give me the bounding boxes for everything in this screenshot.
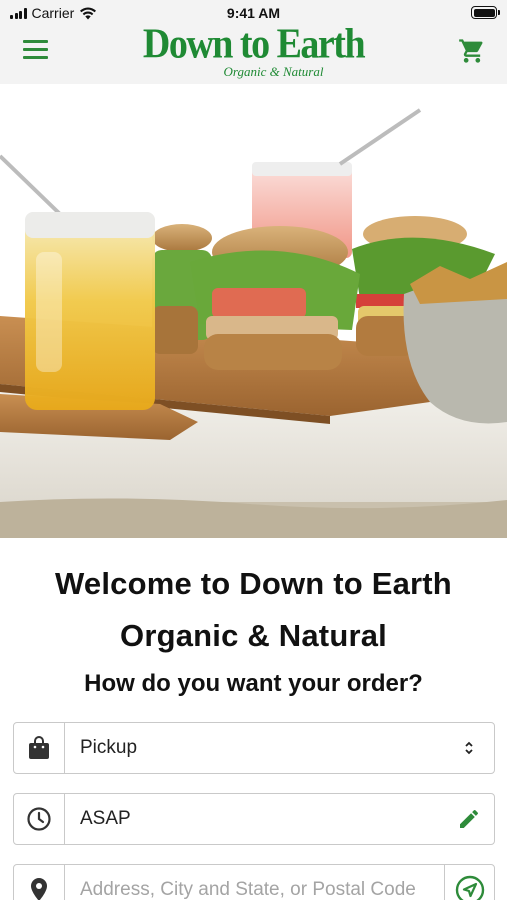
battery-icon — [471, 6, 500, 19]
location-pin-icon — [14, 865, 65, 900]
shopping-cart-icon[interactable] — [458, 37, 486, 65]
address-input[interactable] — [80, 879, 444, 900]
welcome-line-2: Organic & Natural — [120, 618, 387, 653]
brand-logo[interactable]: Down to Earth Organic & Natural — [0, 20, 507, 80]
app-header: Down to Earth Organic & Natural — [0, 20, 507, 84]
shopping-bag-icon — [14, 723, 65, 773]
hero-food-image — [0, 84, 507, 538]
welcome-line-1: Welcome to Down to Earth — [55, 566, 452, 601]
address-input-wrap — [65, 865, 444, 900]
pencil-edit-icon[interactable] — [444, 794, 494, 844]
order-question: How do you want your order? — [84, 670, 423, 697]
order-time-field[interactable]: ASAP — [13, 793, 495, 845]
clock-icon — [14, 794, 65, 844]
order-time-value: ASAP — [80, 808, 131, 829]
status-time: 9:41 AM — [226, 5, 281, 21]
order-method-select[interactable]: Pickup — [13, 722, 495, 774]
welcome-heading: Welcome to Down to Earth Organic & Natur… — [0, 558, 507, 662]
select-arrows-icon[interactable] — [444, 723, 494, 773]
order-method-value: Pickup — [80, 737, 138, 758]
address-field[interactable] — [13, 864, 495, 900]
logo-main-text: Down to Earth — [142, 20, 366, 68]
navigation-arrow-icon[interactable] — [444, 865, 494, 900]
